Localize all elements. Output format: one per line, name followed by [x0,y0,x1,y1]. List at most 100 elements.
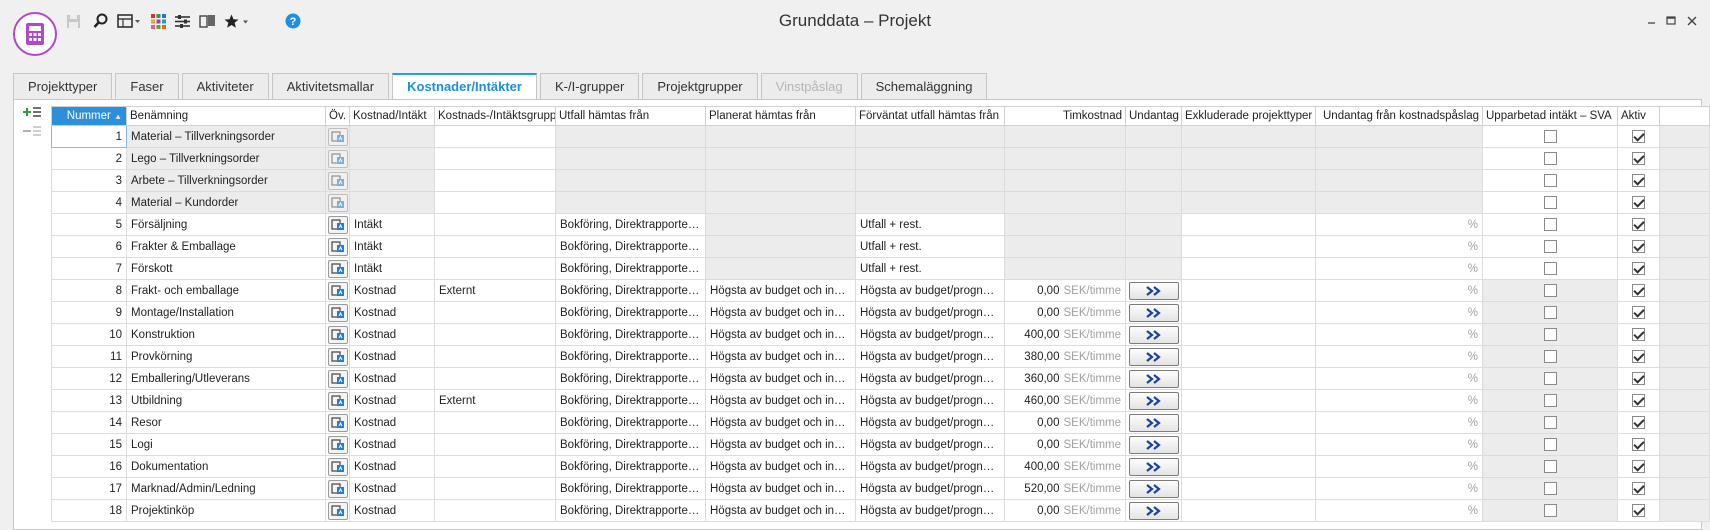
cell-utfall[interactable]: Bokföring, Direktrapportering [555,213,706,236]
col-header-utfall[interactable]: Utfall hämtas från [555,106,706,126]
tab-schemaläggning[interactable]: Schemaläggning [860,73,988,99]
upparbetad-checkbox[interactable] [1543,240,1557,253]
table-row[interactable]: 4 Material – Kundorder [51,191,1710,214]
override-icon[interactable] [327,303,348,322]
cell-exkluderade[interactable] [1181,279,1316,302]
aktiv-checkbox[interactable] [1632,284,1645,297]
cell-kostnad-intakt[interactable]: Intäkt [349,213,435,236]
cell-planerat[interactable]: Högsta av budget och inkö... [705,499,856,522]
cell-forvantat[interactable]: Utfall + rest. [855,213,1005,236]
col-header-forvantat[interactable]: Förväntat utfall hämtas från [855,106,1005,126]
cell-exkluderade[interactable] [1181,389,1316,412]
remove-row-icon[interactable] [23,124,41,140]
override-icon[interactable] [327,215,348,234]
cell-planerat[interactable] [705,169,856,192]
cell-timkostnad[interactable]: 400,00 SEK/timme [1004,323,1126,346]
upparbetad-checkbox[interactable] [1543,130,1557,143]
override-icon[interactable] [327,435,348,454]
cell-utfall[interactable]: Bokföring, Direktrapportering [555,367,706,390]
cell-undantag-paslag[interactable]: % [1315,367,1483,390]
table-row[interactable]: 15 Logi Kostnad Bokföring, Direktrapporteri… [51,433,1710,456]
cell-planerat[interactable]: Högsta av budget och inkö... [705,279,856,302]
cell-benamning[interactable]: Lego – Tillverkningsorder [126,147,326,170]
cell-forvantat[interactable]: Utfall + rest. [855,235,1005,258]
cell-benamning[interactable]: Montage/Installation [126,301,326,324]
aktiv-checkbox[interactable] [1632,130,1645,143]
cell-planerat[interactable] [705,191,856,214]
cell-grupp[interactable] [434,499,556,522]
cell-undantag-paslag[interactable]: % [1315,499,1483,522]
table-row[interactable]: 18 Projektinköp Kostnad Bokföring, Direktra… [51,499,1710,522]
cell-benamning[interactable]: Resor [126,411,326,434]
aktiv-checkbox[interactable] [1632,372,1645,385]
cell-grupp[interactable] [434,191,556,214]
cell-benamning[interactable]: Arbete – Tillverkningsorder [126,169,326,192]
upparbetad-checkbox[interactable] [1543,350,1557,363]
cell-utfall[interactable]: Bokföring, Direktrapportering [555,411,706,434]
override-icon[interactable] [327,501,348,520]
cell-planerat[interactable]: Högsta av budget och inkö... [705,433,856,456]
upparbetad-checkbox[interactable] [1543,284,1557,297]
cell-exkluderade[interactable] [1181,169,1316,192]
cell-kostnad-intakt[interactable] [349,169,435,192]
cell-nummer[interactable]: 5 [51,213,127,236]
col-header-undantag[interactable]: Undantag [1125,106,1182,126]
cell-exkluderade[interactable] [1181,301,1316,324]
cell-grupp[interactable] [434,235,556,258]
exception-arrow-icon[interactable] [1128,501,1179,520]
cell-nummer[interactable]: 13 [51,389,127,412]
table-row[interactable]: 5 Försäljning Intäkt Bokföring, Direktrappo… [51,213,1710,236]
cell-utfall[interactable] [555,125,706,148]
cell-grupp[interactable] [434,147,556,170]
cell-planerat[interactable] [705,235,856,258]
upparbetad-checkbox[interactable] [1543,262,1557,275]
cell-nummer[interactable]: 8 [51,279,127,302]
col-header-grupp[interactable]: Kostnads-/Intäktsgrupp [434,106,556,126]
cell-kostnad-intakt[interactable]: Kostnad [349,455,435,478]
cell-planerat[interactable]: Högsta av budget och inkö... [705,477,856,500]
cell-forvantat[interactable]: Högsta av budget/prognos... [855,345,1005,368]
cell-kostnad-intakt[interactable]: Kostnad [349,367,435,390]
add-row-icon[interactable] [23,105,41,121]
upparbetad-checkbox[interactable] [1543,372,1557,385]
tab-aktivitetsmallar[interactable]: Aktivitetsmallar [271,73,390,99]
cell-nummer[interactable]: 9 [51,301,127,324]
cell-utfall[interactable]: Bokföring, Direktrapportering [555,389,706,412]
cell-forvantat[interactable]: Högsta av budget/prognos... [855,323,1005,346]
cell-planerat[interactable] [705,257,856,280]
cell-utfall[interactable]: Bokföring, Direktrapportering [555,323,706,346]
upparbetad-checkbox[interactable] [1543,394,1557,407]
cell-benamning[interactable]: Projektinköp [126,499,326,522]
cell-undantag-paslag[interactable]: % [1315,213,1483,236]
override-icon[interactable] [327,127,348,146]
cell-exkluderade[interactable] [1181,367,1316,390]
aktiv-checkbox[interactable] [1632,240,1645,253]
col-header-ov[interactable]: Öv. [325,106,350,126]
col-header-benamning[interactable]: Benämning [126,106,326,126]
cell-grupp[interactable] [434,345,556,368]
cell-exkluderade[interactable] [1181,477,1316,500]
cell-utfall[interactable]: Bokföring, Direktrapportering [555,279,706,302]
cell-exkluderade[interactable] [1181,191,1316,214]
upparbetad-checkbox[interactable] [1543,328,1557,341]
aktiv-checkbox[interactable] [1632,460,1645,473]
exception-arrow-icon[interactable] [1128,369,1179,388]
cell-nummer[interactable]: 11 [51,345,127,368]
col-header-kostnad-intakt[interactable]: Kostnad/Intäkt [349,106,435,126]
cell-utfall[interactable] [555,191,706,214]
cell-undantag-paslag[interactable]: % [1315,301,1483,324]
cell-exkluderade[interactable] [1181,235,1316,258]
cell-undantag-paslag[interactable]: % [1315,455,1483,478]
override-icon[interactable] [327,259,348,278]
cell-exkluderade[interactable] [1181,345,1316,368]
cell-timkostnad[interactable]: 360,00 SEK/timme [1004,367,1126,390]
upparbetad-checkbox[interactable] [1543,218,1557,231]
cell-benamning[interactable]: Förskott [126,257,326,280]
cell-exkluderade[interactable] [1181,499,1316,522]
aktiv-checkbox[interactable] [1632,196,1645,209]
cell-kostnad-intakt[interactable]: Kostnad [349,389,435,412]
maximize-icon[interactable] [1664,14,1678,28]
cell-forvantat[interactable]: Högsta av budget/prognos... [855,301,1005,324]
table-row[interactable]: 10 Konstruktion Kostnad Bokföring, Direktra… [51,323,1710,346]
cell-planerat[interactable]: Högsta av budget och inkö... [705,389,856,412]
